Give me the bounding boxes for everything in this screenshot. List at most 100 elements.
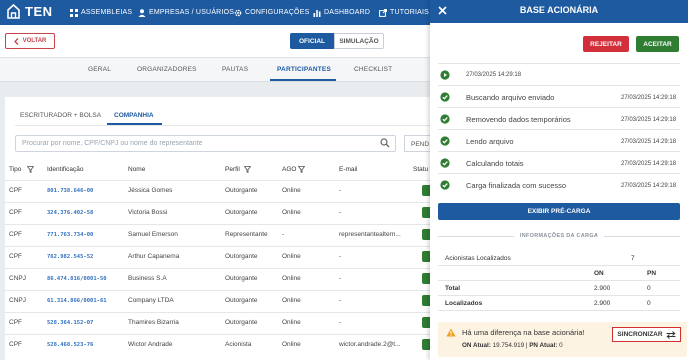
nav-tutoriais[interactable]: TUTORIAIS (379, 0, 429, 25)
swap-arrows-icon (666, 330, 676, 339)
external-link-icon (379, 8, 390, 17)
cell-identificacao-link[interactable]: 528.468.523-76 (47, 342, 93, 348)
cell-identificacao-link[interactable]: 324.376.402-58 (47, 210, 93, 216)
cell-tipo: CPF (9, 209, 22, 216)
cell-identificacao-link[interactable]: 762.982.545-52 (47, 254, 93, 260)
cell-identificacao-link[interactable]: 528.364.152-07 (47, 320, 93, 326)
step-time: 27/03/2025 14:29:18 (466, 72, 522, 78)
cell-nome: Business S.A (128, 275, 167, 282)
cell-identificacao-link[interactable]: 61.314.866/0001-61 (47, 298, 107, 304)
header-ago: AGO (282, 166, 297, 173)
cell-perfil: Outorgante (225, 319, 258, 326)
header-email: E-mail (339, 166, 358, 173)
tab-participantes[interactable]: PARTICIPANTES (277, 66, 331, 73)
header-nome: Nome (128, 166, 146, 173)
show-preload-button[interactable]: EXIBIR PRÉ-CARGA (438, 203, 680, 220)
nav-label: DASHBOARD (324, 9, 371, 16)
on-current-value: 19.754.919 (492, 342, 525, 349)
nav-assembleias[interactable]: ASSEMBLEIAS (70, 0, 132, 25)
total-pn-value: 0 (647, 285, 651, 292)
subtab-escriturador-bolsa[interactable]: ESCRITURADOR + BOLSA (20, 112, 101, 119)
tab-geral[interactable]: GERAL (88, 66, 111, 73)
cell-perfil: Outorgante (225, 275, 258, 282)
search-icon[interactable] (380, 138, 390, 148)
cell-tipo: CPF (9, 231, 22, 238)
step-time: 27/03/2025 14:29:18 (621, 95, 677, 101)
cell-nome: Arthur Capanema (128, 253, 180, 260)
located-pn-value: 0 (647, 300, 651, 307)
filter-icon[interactable] (27, 166, 34, 173)
cell-ago: - (282, 231, 285, 238)
app-logo[interactable]: TEN (5, 3, 53, 20)
step-label: Removendo dados temporários (466, 115, 571, 124)
gear-icon (234, 9, 245, 17)
divider (438, 235, 514, 237)
divider (438, 265, 680, 266)
nav-empresas-usuarios[interactable]: EMPRESAS / USUÁRIOS (138, 0, 234, 25)
cell-nome: Company LTDA (128, 297, 174, 304)
cell-tipo: CNPJ (9, 275, 26, 282)
nav-dashboard[interactable]: DASHBOARD (313, 0, 370, 25)
subtab-companhia[interactable]: COMPANHIA (114, 112, 154, 119)
check-circle-icon (440, 136, 450, 146)
located-value: 7 (631, 255, 635, 262)
logo-text: TEN (25, 4, 53, 19)
nav-configuracoes[interactable]: CONFIGURAÇÕES (234, 0, 309, 25)
cell-email: - (339, 319, 342, 326)
cell-identificacao-link[interactable]: 801.738.646-00 (47, 188, 93, 194)
warning-text: Há uma diferença na base acionária! (462, 328, 585, 337)
cell-perfil: Outorgante (225, 297, 258, 304)
pn-current-label: PN Atual: (529, 342, 558, 349)
cell-perfil: Acionista (225, 341, 252, 348)
sync-button[interactable]: SINCRONIZAR (612, 327, 681, 342)
cell-tipo: CNPJ (9, 297, 26, 304)
cell-nome: Samuel Emerson (128, 231, 178, 238)
located-label: Acionistas Localizados (445, 255, 511, 262)
pending-filter-button[interactable]: PEND (404, 135, 432, 152)
step-label: Calculando totais (466, 159, 524, 168)
mode-simulation-button[interactable]: SIMULAÇÃO (334, 33, 384, 49)
logo-icon (5, 3, 22, 20)
panel-title: BASE ACIONÁRIA (519, 5, 599, 15)
cell-perfil: Representante (225, 231, 268, 238)
step-time: 27/03/2025 14:29:18 (621, 161, 677, 167)
chevron-left-icon (13, 37, 19, 45)
cell-identificacao-link[interactable]: 86.474.816/0001-50 (47, 276, 107, 282)
back-button[interactable]: VOLTAR (5, 33, 55, 49)
divider (438, 295, 680, 296)
reject-button[interactable]: REJEITAR (583, 36, 629, 52)
total-on-value: 2.900 (594, 285, 611, 292)
cell-perfil: Outorgante (225, 209, 258, 216)
on-current-label: ON Atual: (462, 342, 491, 349)
cell-ago: Online (282, 209, 301, 216)
cell-perfil: Outorgante (225, 187, 258, 194)
pn-current-value: 0 (559, 342, 563, 349)
tab-organizadores[interactable]: ORGANIZADORES (137, 66, 197, 73)
tab-checklist[interactable]: CHECKLIST (354, 66, 392, 73)
step-label: Buscando arquivo enviado (466, 93, 555, 102)
col-pn-header: PN (647, 270, 657, 277)
col-on-header: ON (594, 270, 604, 277)
divider (604, 235, 680, 237)
tab-pautas[interactable]: PAUTAS (222, 66, 248, 73)
grid-icon (70, 8, 81, 17)
nav-label: ASSEMBLEIAS (81, 9, 133, 16)
cell-ago: Online (282, 297, 301, 304)
back-label: VOLTAR (22, 38, 47, 44)
filter-icon[interactable] (298, 166, 305, 173)
filter-icon[interactable] (244, 166, 251, 173)
cell-ago: Online (282, 275, 301, 282)
step-time: 27/03/2025 14:29:18 (621, 183, 677, 189)
cell-tipo: CPF (9, 187, 22, 194)
cell-ago: Online (282, 319, 301, 326)
cell-email: - (339, 275, 342, 282)
mode-official-button[interactable]: OFICIAL (290, 33, 334, 49)
header-perfil: Perfil (225, 166, 240, 173)
divider (438, 310, 680, 311)
cell-email: - (339, 209, 342, 216)
cell-email: wictor.andrade.2@t... (339, 341, 401, 348)
separator: | (525, 342, 528, 349)
cell-identificacao-link[interactable]: 771.763.734-00 (47, 232, 93, 238)
accept-button[interactable]: ACEITAR (636, 36, 679, 52)
step-label: Carga finalizada com sucesso (466, 181, 567, 190)
